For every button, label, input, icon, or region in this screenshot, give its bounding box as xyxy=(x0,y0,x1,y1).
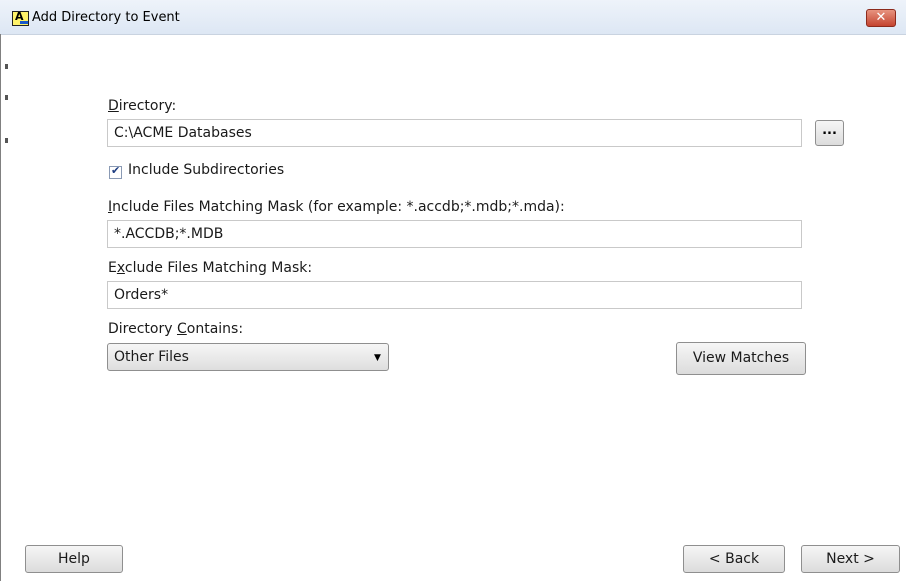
browse-button[interactable]: ... xyxy=(815,120,844,146)
dropdown-arrow-icon: ▼ xyxy=(374,353,381,363)
include-mask-input[interactable]: *.ACCDB;*.MDB xyxy=(107,220,802,248)
directory-contains-select[interactable]: Other Files ▼ xyxy=(107,343,389,371)
close-button[interactable]: ✕ xyxy=(866,9,896,27)
exclude-mask-label: Exclude Files Matching Mask: xyxy=(108,260,313,276)
border-tick xyxy=(5,64,8,69)
include-subdirectories-label: Include Subdirectories xyxy=(128,162,285,178)
directory-contains-value: Other Files xyxy=(114,349,189,365)
title-bar: A Add Directory to Event ✕ xyxy=(0,0,906,35)
view-matches-button[interactable]: View Matches xyxy=(676,342,806,375)
back-button[interactable]: < Back xyxy=(683,545,785,573)
window-left-border xyxy=(0,34,1,581)
include-subdirectories-checkbox[interactable]: ✔ xyxy=(109,164,122,179)
exclude-mask-input[interactable]: Orders* xyxy=(107,281,802,309)
directory-contains-label: Directory Contains: xyxy=(108,321,244,337)
border-tick xyxy=(5,138,8,143)
border-tick xyxy=(5,95,8,100)
help-button[interactable]: Help xyxy=(25,545,123,573)
directory-input[interactable]: C:\ACME Databases xyxy=(107,119,802,147)
window-title: Add Directory to Event xyxy=(32,10,180,25)
directory-label: Directory: xyxy=(108,98,177,114)
checkmark-icon: ✔ xyxy=(111,164,121,177)
include-mask-label: Include Files Matching Mask (for example… xyxy=(108,199,565,215)
next-button[interactable]: Next > xyxy=(801,545,900,573)
app-icon: A xyxy=(12,10,29,26)
